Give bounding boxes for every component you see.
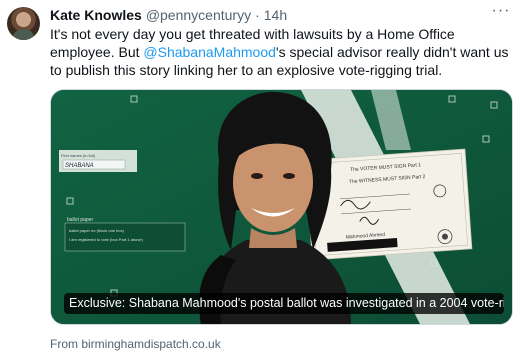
card-caption[interactable]: Exclusive: Shabana Mahmood's postal ball… <box>64 293 504 314</box>
mention-link[interactable]: @ShabanaMahmood <box>143 44 276 60</box>
avatar[interactable] <box>7 7 40 40</box>
ballot-label: ballot paper <box>67 217 93 223</box>
left-doc-name: SHABANA <box>65 163 94 169</box>
tweet[interactable]: Kate Knowles @pennycenturyy · 14h ··· It… <box>0 0 521 353</box>
author-handle[interactable]: @pennycenturyy <box>146 7 251 23</box>
card-image: First names (in full) SHABANA ballot pap… <box>51 90 512 324</box>
card-source[interactable]: From birminghamdispatch.co.uk <box>50 337 221 351</box>
link-card[interactable]: First names (in full) SHABANA ballot pap… <box>50 89 513 325</box>
more-options-icon[interactable]: ··· <box>491 3 511 22</box>
tweet-timestamp[interactable]: 14h <box>264 7 287 23</box>
ballot-line1: ballot paper no (block one box) <box>69 228 125 233</box>
left-doc-title: First names (in full) <box>61 153 96 158</box>
tweet-text: It's not every day you get threated with… <box>50 25 512 79</box>
author-name[interactable]: Kate Knowles <box>50 7 142 23</box>
ballot-line2: I am registered to vote (box Part 1 abov… <box>69 237 143 242</box>
tweet-header: Kate Knowles @pennycenturyy · 14h <box>50 6 287 24</box>
separator-dot: · <box>255 7 260 23</box>
